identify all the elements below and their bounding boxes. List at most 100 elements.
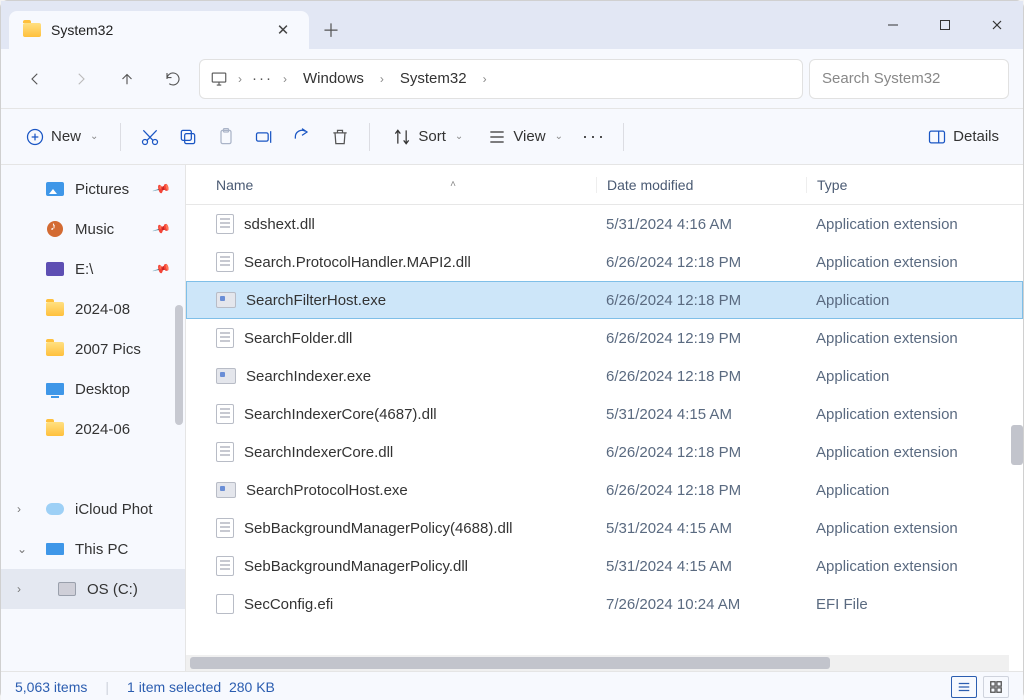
forward-button[interactable] xyxy=(61,59,101,99)
pin-icon: 📌 xyxy=(152,179,172,199)
sidebar-item[interactable]: Desktop xyxy=(1,369,185,409)
folder-icon xyxy=(45,301,65,317)
file-row[interactable]: SearchFilterHost.exe6/26/2024 12:18 PMAp… xyxy=(186,281,1023,319)
file-row[interactable]: SearchIndexer.exe6/26/2024 12:18 PMAppli… xyxy=(186,357,1023,395)
separator xyxy=(369,123,370,151)
file-name: Search.ProtocolHandler.MAPI2.dll xyxy=(244,254,471,271)
vertical-scrollbar[interactable] xyxy=(1011,425,1023,465)
chevron-down-icon: ⌄ xyxy=(90,131,98,142)
cut-button[interactable] xyxy=(133,120,167,154)
breadcrumb-overflow[interactable]: ··· xyxy=(252,70,273,87)
column-name[interactable]: Name ˄ xyxy=(216,177,596,193)
horizontal-scrollbar[interactable] xyxy=(186,655,1009,671)
folder-icon xyxy=(23,23,41,37)
sidebar-item[interactable]: Music📌 xyxy=(1,209,185,249)
file-row[interactable]: SebBackgroundManagerPolicy.dll 5/31/2024 … xyxy=(186,547,1023,585)
copy-button[interactable] xyxy=(171,120,205,154)
sidebar-item[interactable]: › OS (C:) xyxy=(1,569,185,609)
sidebar-item-label: This PC xyxy=(75,541,128,558)
chevron-right-icon: › xyxy=(481,72,489,86)
file-row[interactable]: SecConfig.efi7/26/2024 10:24 AMEFI File xyxy=(186,585,1023,623)
file-row[interactable]: SearchProtocolHost.exe6/26/2024 12:18 PM… xyxy=(186,471,1023,509)
file-date: 5/31/2024 4:15 AM xyxy=(596,406,806,423)
file-name: SecConfig.efi xyxy=(244,596,333,613)
address-bar[interactable]: › ··· › Windows › System32 › xyxy=(199,59,803,99)
file-icon xyxy=(216,252,234,272)
sidebar-item-label: Pictures xyxy=(75,181,129,198)
file-name: SearchProtocolHost.exe xyxy=(246,482,408,499)
sort-label: Sort xyxy=(418,128,446,145)
rename-button[interactable] xyxy=(247,120,281,154)
sidebar-item-label: OS (C:) xyxy=(87,581,138,598)
trash-icon xyxy=(330,127,350,147)
details-pane-button[interactable]: Details xyxy=(917,119,1009,155)
breadcrumb-item[interactable]: Windows xyxy=(297,66,370,91)
refresh-button[interactable] xyxy=(153,59,193,99)
chevron-down-icon: ⌄ xyxy=(555,131,563,142)
thumbnails-view-button[interactable] xyxy=(983,676,1009,698)
file-date: 6/26/2024 12:19 PM xyxy=(596,330,806,347)
sidebar-item[interactable]: ›iCloud Phot xyxy=(1,489,185,529)
title-bar: System32 ✕ ＋ xyxy=(1,1,1023,49)
view-button[interactable]: View ⌄ xyxy=(477,119,573,155)
sidebar-item[interactable]: 2007 Pics xyxy=(1,329,185,369)
plus-circle-icon xyxy=(25,127,45,147)
file-row[interactable]: SebBackgroundManagerPolicy(4688).dll5/31… xyxy=(186,509,1023,547)
file-date: 5/31/2024 4:15 AM xyxy=(596,558,806,575)
details-view-button[interactable] xyxy=(951,676,977,698)
breadcrumb-item[interactable]: System32 xyxy=(394,66,473,91)
column-type[interactable]: Type xyxy=(806,177,1023,193)
expand-icon[interactable]: › xyxy=(17,502,21,516)
expand-icon[interactable]: ⌄ xyxy=(17,542,27,556)
sidebar-item[interactable]: E:\ 📌 xyxy=(1,249,185,289)
file-type: Application extension xyxy=(806,216,1023,233)
maximize-button[interactable] xyxy=(919,1,971,49)
share-button[interactable] xyxy=(285,120,319,154)
file-icon xyxy=(216,556,234,576)
close-button[interactable] xyxy=(971,1,1023,49)
sidebar-scrollbar[interactable] xyxy=(175,305,183,425)
details-label: Details xyxy=(953,128,999,145)
file-name: SebBackgroundManagerPolicy.dll xyxy=(244,558,468,575)
separator xyxy=(120,123,121,151)
command-toolbar: New ⌄ Sort ⌄ View ⌄ ··· Details xyxy=(1,109,1023,165)
file-icon xyxy=(216,292,236,308)
details-pane-icon xyxy=(927,127,947,147)
more-button[interactable]: ··· xyxy=(577,120,611,154)
column-date-modified[interactable]: Date modified xyxy=(596,177,806,193)
file-row[interactable]: SearchFolder.dll6/26/2024 12:19 PMApplic… xyxy=(186,319,1023,357)
file-row[interactable]: sdshext.dll5/31/2024 4:16 AMApplication … xyxy=(186,205,1023,243)
sidebar-item-label: Music xyxy=(75,221,114,238)
sidebar-item[interactable]: 2024-06 xyxy=(1,409,185,449)
sidebar-item[interactable]: Pictures 📌 xyxy=(1,169,185,209)
up-button[interactable] xyxy=(107,59,147,99)
minimize-button[interactable] xyxy=(867,1,919,49)
file-icon xyxy=(216,368,236,384)
tab-title: System32 xyxy=(51,22,261,38)
chevron-right-icon: › xyxy=(378,72,386,86)
new-button[interactable]: New ⌄ xyxy=(15,119,108,155)
expand-icon[interactable]: › xyxy=(17,582,21,596)
clipboard-icon xyxy=(216,127,236,147)
navigation-pane[interactable]: Pictures 📌 Music📌 E:\ 📌 2024-082007 PicsDeskt… xyxy=(1,165,186,671)
pic-icon xyxy=(45,181,65,197)
delete-button[interactable] xyxy=(323,120,357,154)
sort-button[interactable]: Sort ⌄ xyxy=(382,119,473,155)
pin-icon: 📌 xyxy=(152,259,172,279)
tab-close-button[interactable]: ✕ xyxy=(271,21,295,39)
file-row[interactable]: Search.ProtocolHandler.MAPI2.dll6/26/202… xyxy=(186,243,1023,281)
file-row[interactable]: SearchIndexerCore.dll 6/26/2024 12:18 PMA… xyxy=(186,433,1023,471)
file-name: SearchIndexer.exe xyxy=(246,368,371,385)
file-name: SearchIndexerCore.dll xyxy=(244,444,393,461)
back-button[interactable] xyxy=(15,59,55,99)
sidebar-item[interactable]: ⌄ This PC xyxy=(1,529,185,569)
new-tab-button[interactable]: ＋ xyxy=(309,11,353,49)
tab-active[interactable]: System32 ✕ xyxy=(9,11,309,49)
sidebar-item[interactable]: 2024-08 xyxy=(1,289,185,329)
sidebar-item-label: E:\ xyxy=(75,261,93,278)
scrollbar-thumb[interactable] xyxy=(190,657,830,669)
search-input[interactable]: Search System32 xyxy=(809,59,1009,99)
file-type: Application extension xyxy=(806,444,1023,461)
file-row[interactable]: SearchIndexerCore(4687).dll5/31/2024 4:1… xyxy=(186,395,1023,433)
file-date: 6/26/2024 12:18 PM xyxy=(596,444,806,461)
